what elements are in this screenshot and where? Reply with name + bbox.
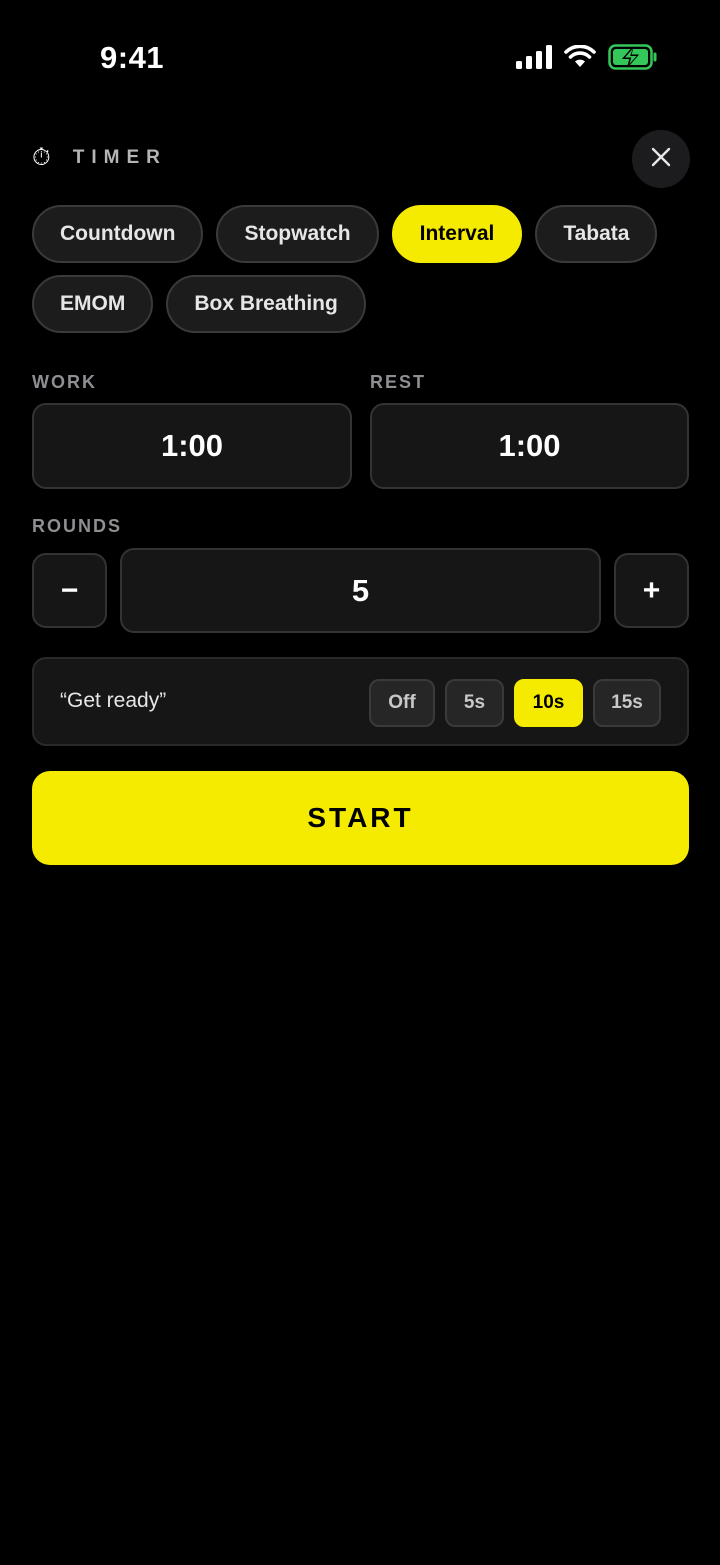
timer-header: ⏱ TIMER [32,130,690,188]
work-label: WORK [32,372,97,392]
status-time: 9:41 [100,40,165,75]
signal-icon [516,45,552,69]
close-button[interactable] [632,130,690,188]
get-ready-option-10s[interactable]: 10s [514,679,583,727]
status-icons [516,44,658,70]
mode-chip-countdown[interactable]: Countdown [32,205,204,263]
mode-chip-box-breathing[interactable]: Box Breathing [166,275,366,333]
mode-chip-interval[interactable]: Interval [391,205,523,263]
mode-chip-stopwatch[interactable]: Stopwatch [216,205,379,263]
rest-duration-field[interactable]: 1:00 [370,403,689,489]
get-ready-option-15s[interactable]: 15s [593,679,661,727]
status-bar: 9:41 [0,0,720,110]
get-ready-options: Off 5s 10s 15s [369,679,661,727]
close-icon [651,147,671,172]
header-title-group: ⏱ TIMER [32,144,167,172]
mode-selector: Countdown Stopwatch Interval Tabata EMOM… [32,205,692,345]
get-ready-card: “Get ready” Off 5s 10s 15s [32,657,689,746]
get-ready-option-5s[interactable]: 5s [445,679,504,727]
mode-chip-tabata[interactable]: Tabata [535,205,658,263]
stopwatch-icon: ⏱ [32,144,51,171]
mode-row: EMOM Box Breathing [32,275,692,333]
plus-icon: + [642,573,661,607]
start-button[interactable]: START [32,771,689,865]
page-title: TIMER [72,147,167,168]
get-ready-option-off[interactable]: Off [369,679,435,727]
wifi-icon [564,45,596,69]
battery-charging-icon [608,44,658,70]
rounds-label: ROUNDS [32,516,123,536]
mode-chip-emom[interactable]: EMOM [32,275,154,333]
mode-row: Countdown Stopwatch Interval Tabata [32,205,692,263]
work-duration-field[interactable]: 1:00 [32,403,352,489]
rest-label: REST [370,372,427,392]
rounds-increment-button[interactable]: + [614,553,689,628]
get-ready-label: “Get ready” [60,689,167,712]
minus-icon: − [60,573,79,607]
rounds-decrement-button[interactable]: − [32,553,107,628]
rounds-value-field[interactable]: 5 [120,548,601,633]
